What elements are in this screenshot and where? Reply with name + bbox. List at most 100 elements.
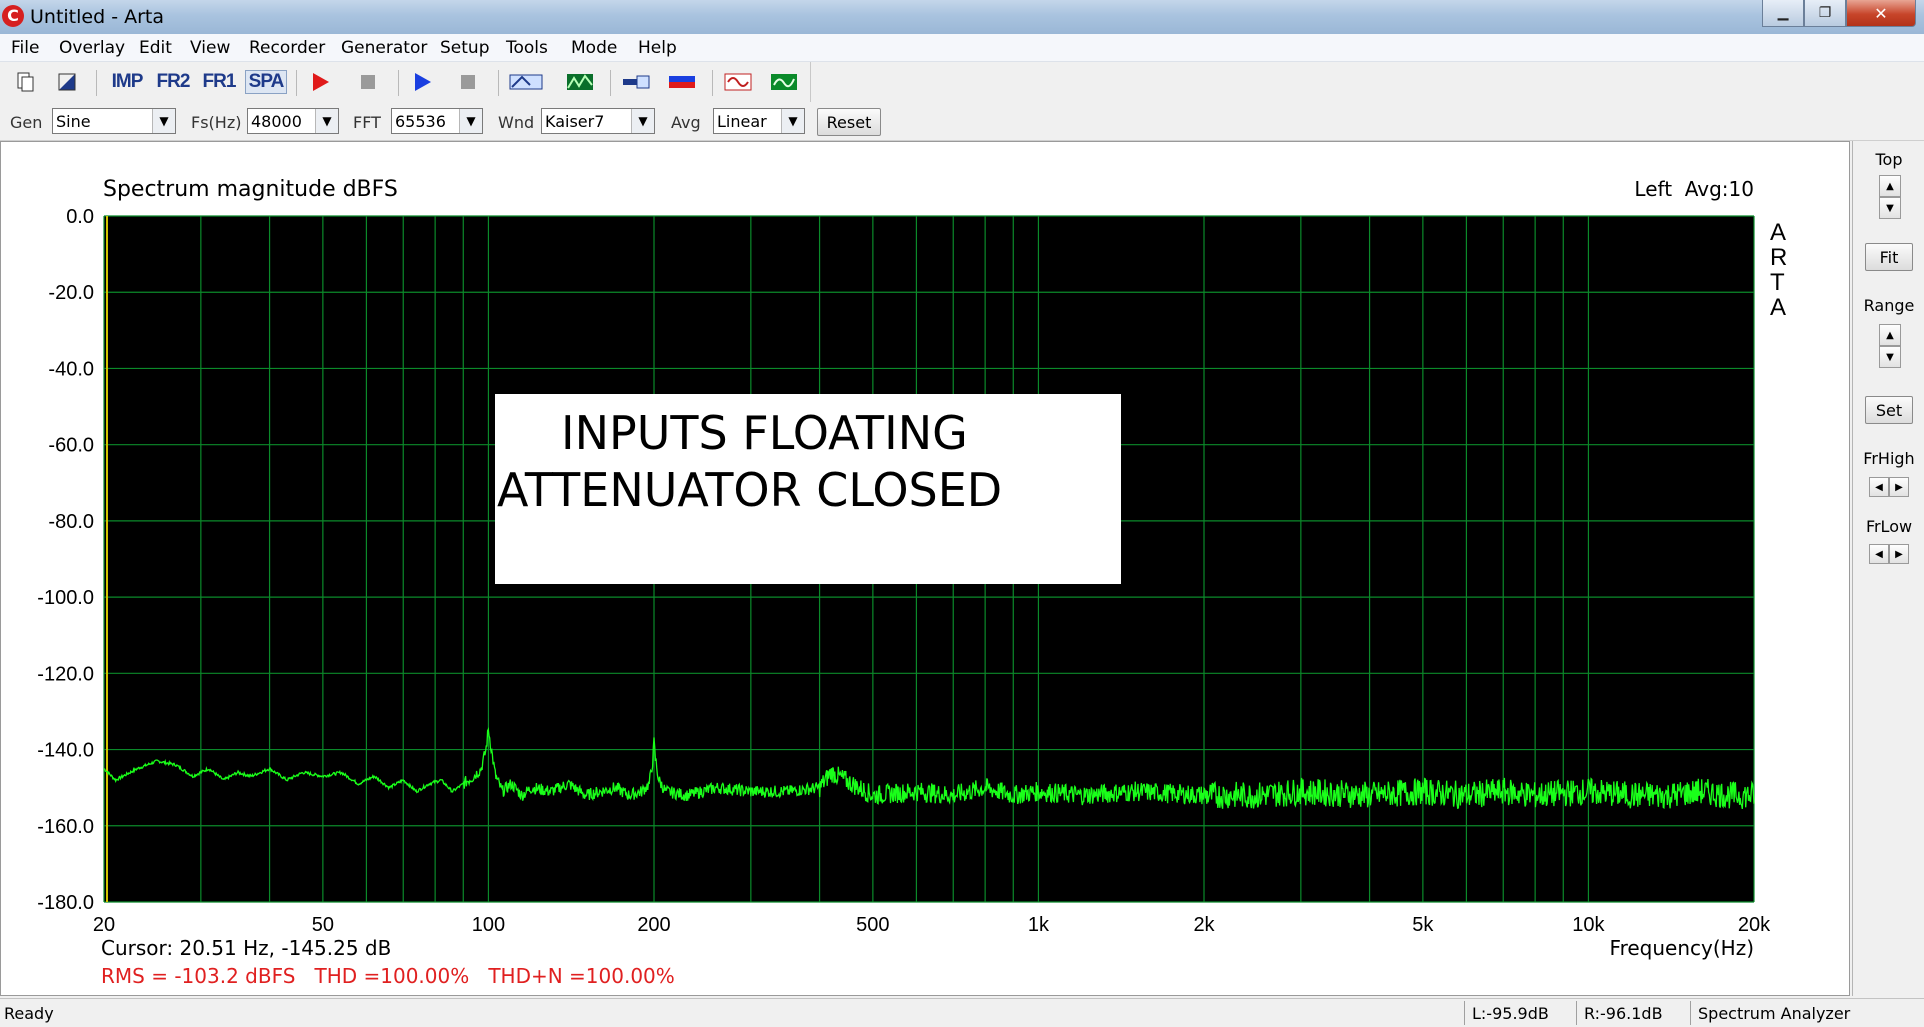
x-tick-label: 100 xyxy=(472,914,505,936)
open-file-icon xyxy=(58,73,76,91)
record-button[interactable] xyxy=(304,68,336,96)
toolbar-separator xyxy=(498,70,499,96)
fs-select[interactable]: 48000 ▼ xyxy=(247,108,339,134)
toolbar-separator xyxy=(398,70,399,96)
arrow-down-icon: ▼ xyxy=(1886,202,1894,214)
menu-tools[interactable]: Tools xyxy=(506,38,548,58)
chevron-down-icon[interactable]: ▼ xyxy=(631,109,654,133)
x-tick-label: 20 xyxy=(93,914,115,936)
menu-recorder[interactable]: Recorder xyxy=(249,38,325,58)
spectrum-graph[interactable]: 0.0 -20.0 -40.0 -60.0 -80.0 -100.0 -120.0 -140.… xyxy=(1,142,1849,995)
frlow-right-button[interactable]: ▶ xyxy=(1889,544,1909,564)
range-label: Range xyxy=(1863,296,1915,315)
status-divider xyxy=(1464,1001,1465,1025)
channel-info: Left Avg:10 xyxy=(1634,177,1754,201)
arrow-up-icon: ▲ xyxy=(1886,329,1894,341)
y-tick-label: -120.0 xyxy=(37,663,94,685)
menu-overlay[interactable]: Overlay xyxy=(59,38,125,58)
maximize-button[interactable]: ❐ xyxy=(1804,0,1846,27)
top-down-button[interactable]: ▼ xyxy=(1879,197,1901,219)
chevron-down-icon[interactable]: ▼ xyxy=(781,109,804,133)
maximize-icon: ❐ xyxy=(1818,5,1832,21)
calibrate-icon xyxy=(623,75,650,89)
arrow-up-icon: ▲ xyxy=(1886,180,1894,192)
frhigh-label: FrHigh xyxy=(1863,449,1915,468)
toolbar-separator xyxy=(610,70,611,96)
y-tick-label: -140.0 xyxy=(37,740,94,762)
menu-view[interactable]: View xyxy=(190,38,230,58)
generator-button[interactable] xyxy=(720,68,756,96)
avg-label: Avg xyxy=(671,113,701,132)
spa-mode-button[interactable]: SPA xyxy=(244,68,288,96)
minimize-icon: ▁ xyxy=(1777,5,1789,21)
toolbar: IMP FR2 FR1 SPA xyxy=(0,62,1924,102)
menu-edit[interactable]: Edit xyxy=(139,38,172,58)
minimize-button[interactable]: ▁ xyxy=(1762,0,1804,27)
fr1-mode-button[interactable]: FR1 xyxy=(199,68,239,96)
scope-icon xyxy=(771,74,797,90)
menu-mode[interactable]: Mode xyxy=(571,38,617,58)
waterfall-button[interactable] xyxy=(562,68,598,96)
watermark-letter: A xyxy=(1770,219,1786,246)
close-icon: ✕ xyxy=(1874,3,1888,23)
x-tick-label: 200 xyxy=(637,914,670,936)
chevron-down-icon[interactable]: ▼ xyxy=(152,109,175,133)
fr2-mode-button[interactable]: FR2 xyxy=(153,68,193,96)
waterfall-icon xyxy=(567,74,593,90)
x-tick-label: 10k xyxy=(1572,914,1605,936)
frhigh-right-button[interactable]: ▶ xyxy=(1889,477,1909,497)
fft-select[interactable]: 65536 ▼ xyxy=(391,108,483,134)
graph-panel: 0.0 -20.0 -40.0 -60.0 -80.0 -100.0 -120.0 -140.… xyxy=(0,141,1850,996)
avg-select[interactable]: Linear ▼ xyxy=(713,108,805,134)
chevron-down-icon[interactable]: ▼ xyxy=(315,109,338,133)
imp-mode-button[interactable]: IMP xyxy=(106,68,148,96)
new-file-button[interactable] xyxy=(10,68,40,96)
chevron-down-icon[interactable]: ▼ xyxy=(459,109,482,133)
fs-value: 48000 xyxy=(251,112,302,131)
close-button[interactable]: ✕ xyxy=(1846,0,1916,27)
menu-file[interactable]: File xyxy=(11,38,39,58)
wnd-label: Wnd xyxy=(498,113,535,132)
frlow-left-button[interactable]: ◀ xyxy=(1869,544,1889,564)
reset-button[interactable]: Reset xyxy=(817,108,881,136)
record-icon xyxy=(313,73,329,91)
menu-generator[interactable]: Generator xyxy=(341,38,427,58)
level-meter-button[interactable] xyxy=(664,68,700,96)
x-tick-label: 1k xyxy=(1028,914,1050,936)
level-meter-icon xyxy=(669,76,695,88)
frhigh-left-button[interactable]: ◀ xyxy=(1869,477,1889,497)
gen-label: Gen xyxy=(10,113,43,132)
x-tick-label: 5k xyxy=(1412,914,1434,936)
status-ready: Ready xyxy=(4,1004,54,1023)
annotation-box: INPUTS FLOATING ATTENUATOR CLOSED xyxy=(495,394,1121,584)
gen-select[interactable]: Sine ▼ xyxy=(52,108,176,134)
menu-help[interactable]: Help xyxy=(638,38,677,58)
fit-button[interactable]: Fit xyxy=(1865,243,1913,271)
x-tick-label: 500 xyxy=(856,914,889,936)
open-file-button[interactable] xyxy=(52,68,82,96)
menu-setup[interactable]: Setup xyxy=(440,38,489,58)
label-abc-icon xyxy=(509,74,543,90)
window-controls: ▁ ❐ ✕ xyxy=(1762,0,1916,28)
top-up-button[interactable]: ▲ xyxy=(1879,175,1901,197)
status-divider xyxy=(1690,1001,1691,1025)
stop-record-button[interactable] xyxy=(352,68,384,96)
wnd-select[interactable]: Kaiser7 ▼ xyxy=(541,108,655,134)
range-down-button[interactable]: ▼ xyxy=(1879,346,1901,368)
spa-mode-icon: SPA xyxy=(244,70,288,94)
fr2-mode-icon: FR2 xyxy=(156,71,191,92)
watermark-letter: R xyxy=(1770,244,1787,271)
set-button[interactable]: Set xyxy=(1865,396,1913,424)
label-button[interactable] xyxy=(506,68,546,96)
x-axis-ticks: 20 50 100 200 500 1k 2k 5k 10k 20k xyxy=(93,914,1771,936)
stop-play-button[interactable] xyxy=(452,68,484,96)
range-up-button[interactable]: ▲ xyxy=(1879,324,1901,346)
calibrate-button[interactable] xyxy=(618,68,654,96)
play-button[interactable] xyxy=(406,68,438,96)
scope-button[interactable] xyxy=(766,68,802,96)
cursor-readout: Cursor: 20.51 Hz, -145.25 dB xyxy=(101,936,391,960)
y-tick-label: 0.0 xyxy=(66,206,94,228)
frlow-label: FrLow xyxy=(1865,517,1913,536)
arta-watermark: A R T A xyxy=(1770,219,1787,321)
control-bar: Gen Sine ▼ Fs(Hz) 48000 ▼ FFT 65536 ▼ Wnd K… xyxy=(0,104,1924,141)
